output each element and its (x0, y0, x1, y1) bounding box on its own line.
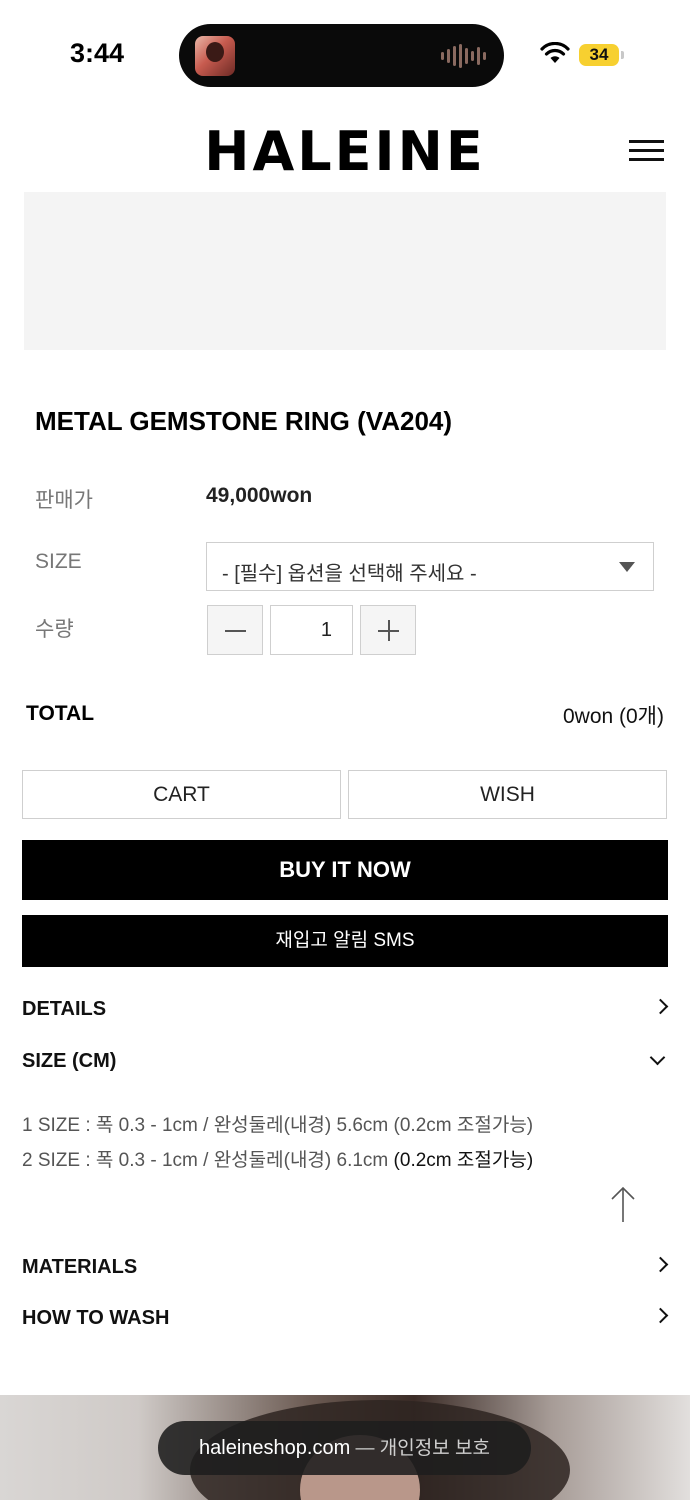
battery-indicator: 34 (579, 44, 619, 66)
chevron-down-icon[interactable] (649, 1049, 666, 1066)
size-accordion[interactable]: SIZE (CM) (22, 1050, 116, 1073)
status-bar: 3:44 34 (0, 0, 690, 100)
quantity-increase-button[interactable] (360, 605, 416, 655)
quantity-input[interactable]: 1 (270, 605, 353, 655)
cart-button[interactable]: CART (22, 770, 341, 819)
size-select[interactable]: - [필수] 옵션을 선택해 주세요 - (206, 542, 654, 591)
size-info-line-1: 1 SIZE : 폭 0.3 - 1cm / 완성둘레(내경) 5.6cm (0… (22, 1115, 534, 1136)
arrow-up-icon[interactable] (610, 1186, 636, 1224)
how-to-wash-accordion[interactable]: HOW TO WASH (22, 1307, 169, 1330)
quantity-label: 수량 (35, 618, 74, 641)
size-info-line-2-main: 2 SIZE : 폭 0.3 - 1cm / 완성둘레(내경) 6.1cm (22, 1150, 394, 1171)
browser-domain: haleineshop.com (199, 1437, 351, 1459)
now-playing-thumbnail (195, 36, 235, 76)
materials-accordion[interactable]: MATERIALS (22, 1256, 137, 1279)
total-label: TOTAL (26, 702, 95, 725)
battery-tip (621, 51, 624, 59)
size-select-value: - [필수] 옵션을 선택해 주세요 - (222, 563, 477, 585)
status-time: 3:44 (70, 38, 125, 68)
minus-icon (225, 630, 246, 632)
browser-address-bar[interactable]: haleineshop.com — 개인정보 보호 (158, 1421, 531, 1475)
total-value: 0won (0개) (562, 705, 664, 728)
restock-sms-button[interactable]: 재입고 알림 SMS (22, 915, 668, 967)
privacy-label: — 개인정보 보호 (350, 1438, 490, 1459)
chevron-right-icon[interactable] (652, 1307, 669, 1324)
chevron-right-icon[interactable] (652, 1256, 669, 1273)
site-logo[interactable]: HALEINE (0, 120, 690, 183)
price-label: 판매가 (35, 489, 93, 512)
buy-now-button[interactable]: BUY IT NOW (22, 840, 668, 900)
wish-button[interactable]: WISH (348, 770, 667, 819)
audio-wave-icon (441, 44, 486, 68)
quantity-decrease-button[interactable] (207, 605, 263, 655)
caret-down-icon (619, 562, 635, 572)
details-accordion[interactable]: DETAILS (22, 998, 106, 1021)
size-info-line-2: 2 SIZE : 폭 0.3 - 1cm / 완성둘레(내경) 6.1cm (0… (22, 1145, 533, 1172)
plus-icon-vertical (388, 620, 390, 641)
wifi-icon (540, 42, 570, 63)
hamburger-icon[interactable] (629, 140, 664, 162)
product-image-area (24, 192, 666, 350)
price-value: 49,000won (206, 484, 313, 507)
size-label: SIZE (35, 550, 82, 573)
chevron-right-icon[interactable] (652, 998, 669, 1015)
product-title: METAL GEMSTONE RING (VA204) (35, 406, 453, 436)
dynamic-island[interactable] (179, 24, 504, 87)
size-info-line-2-note: (0.2cm 조절가능) (393, 1150, 534, 1171)
